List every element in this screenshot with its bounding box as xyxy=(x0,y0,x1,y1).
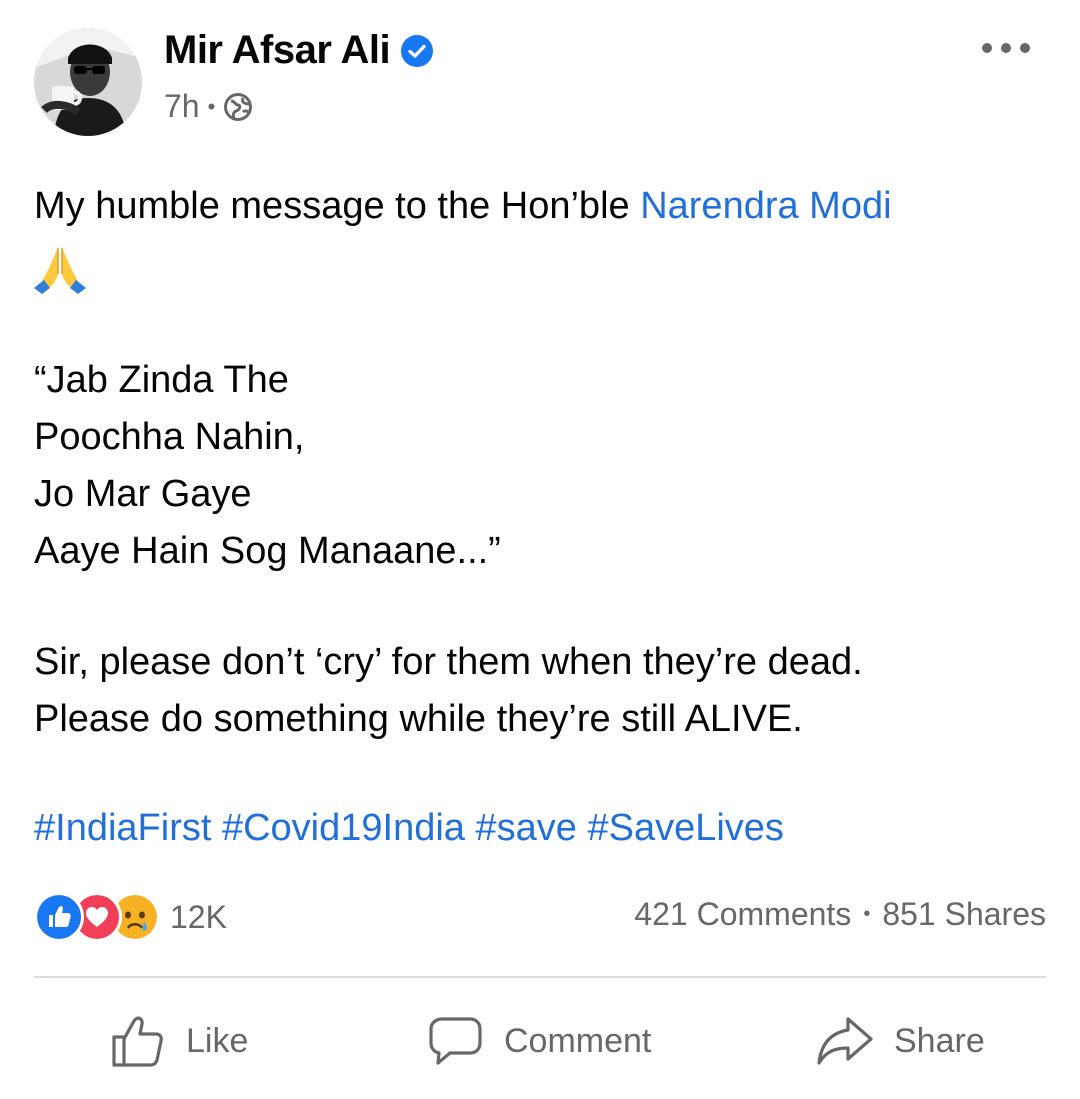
reaction-count: 12K xyxy=(170,898,227,935)
engagement-stats: 421 Comments • 851 Shares xyxy=(634,896,1046,933)
share-label: Share xyxy=(894,1021,985,1060)
avatar-photo xyxy=(34,28,142,136)
globe-icon[interactable] xyxy=(223,92,253,122)
quote-line: Aaye Hain Sog Manaane...” xyxy=(34,530,501,572)
like-label: Like xyxy=(186,1021,249,1060)
author-name[interactable]: Mir Afsar Ali xyxy=(164,28,434,73)
quote-line: Poochha Nahin, xyxy=(34,416,305,458)
more-dot-icon xyxy=(1001,43,1011,53)
intro-text: My humble message to the Hon’ble xyxy=(34,185,641,227)
plea-block: Sir, please don’t ‘cry’ for them when th… xyxy=(34,634,1044,748)
comment-button[interactable]: Comment xyxy=(428,1005,651,1077)
hashtag-link[interactable]: #IndiaFirst xyxy=(34,807,211,849)
facebook-post: Mir Afsar Ali 7h • My humble message to … xyxy=(0,0,1080,1099)
divider xyxy=(34,976,1046,978)
more-options-button[interactable] xyxy=(982,34,1030,62)
thumbs-up-icon xyxy=(112,1016,163,1067)
post-time[interactable]: 7h xyxy=(164,88,200,125)
mention-link[interactable]: Narendra Modi xyxy=(640,185,891,227)
like-button[interactable]: Like xyxy=(110,1005,248,1077)
hashtag-link[interactable]: #Covid19India xyxy=(222,807,465,849)
plea-line: Please do something while they’re still … xyxy=(34,698,803,740)
folded-hands-emoji-icon xyxy=(34,248,86,294)
quote-line: “Jab Zinda The xyxy=(34,359,289,401)
quote-block: “Jab Zinda The Poochha Nahin, Jo Mar Gay… xyxy=(34,352,1044,580)
comment-bubble-icon xyxy=(429,1017,482,1065)
post-action-bar: Like Comment Share xyxy=(0,1005,1080,1077)
more-dot-icon xyxy=(1020,43,1030,53)
author-name-text[interactable]: Mir Afsar Ali xyxy=(164,28,391,73)
hashtags: #IndiaFirst #Covid19India #save #SaveLiv… xyxy=(34,800,1044,856)
comments-count-link[interactable]: 421 Comments xyxy=(634,896,851,933)
post-text-intro: My humble message to the Hon’ble Narendr… xyxy=(34,178,1044,234)
reaction-summary[interactable]: 12K xyxy=(34,892,227,942)
share-button[interactable]: Share xyxy=(816,1005,985,1077)
more-dot-icon xyxy=(982,43,992,53)
comment-label: Comment xyxy=(504,1021,652,1060)
quote-line: Jo Mar Gaye xyxy=(34,473,252,515)
plea-line: Sir, please don’t ‘cry’ for them when th… xyxy=(34,641,863,683)
post-meta: 7h • xyxy=(164,88,253,125)
like-reaction-icon xyxy=(34,892,84,942)
verified-badge-icon xyxy=(401,34,434,67)
shares-count-link[interactable]: 851 Shares xyxy=(882,896,1046,933)
stats-separator: • xyxy=(863,903,871,925)
meta-separator: • xyxy=(207,93,216,119)
share-arrow-icon xyxy=(817,1017,873,1065)
hashtag-link[interactable]: #SaveLives xyxy=(587,807,783,849)
author-avatar[interactable] xyxy=(34,28,142,136)
hashtag-link[interactable]: #save xyxy=(476,807,577,849)
